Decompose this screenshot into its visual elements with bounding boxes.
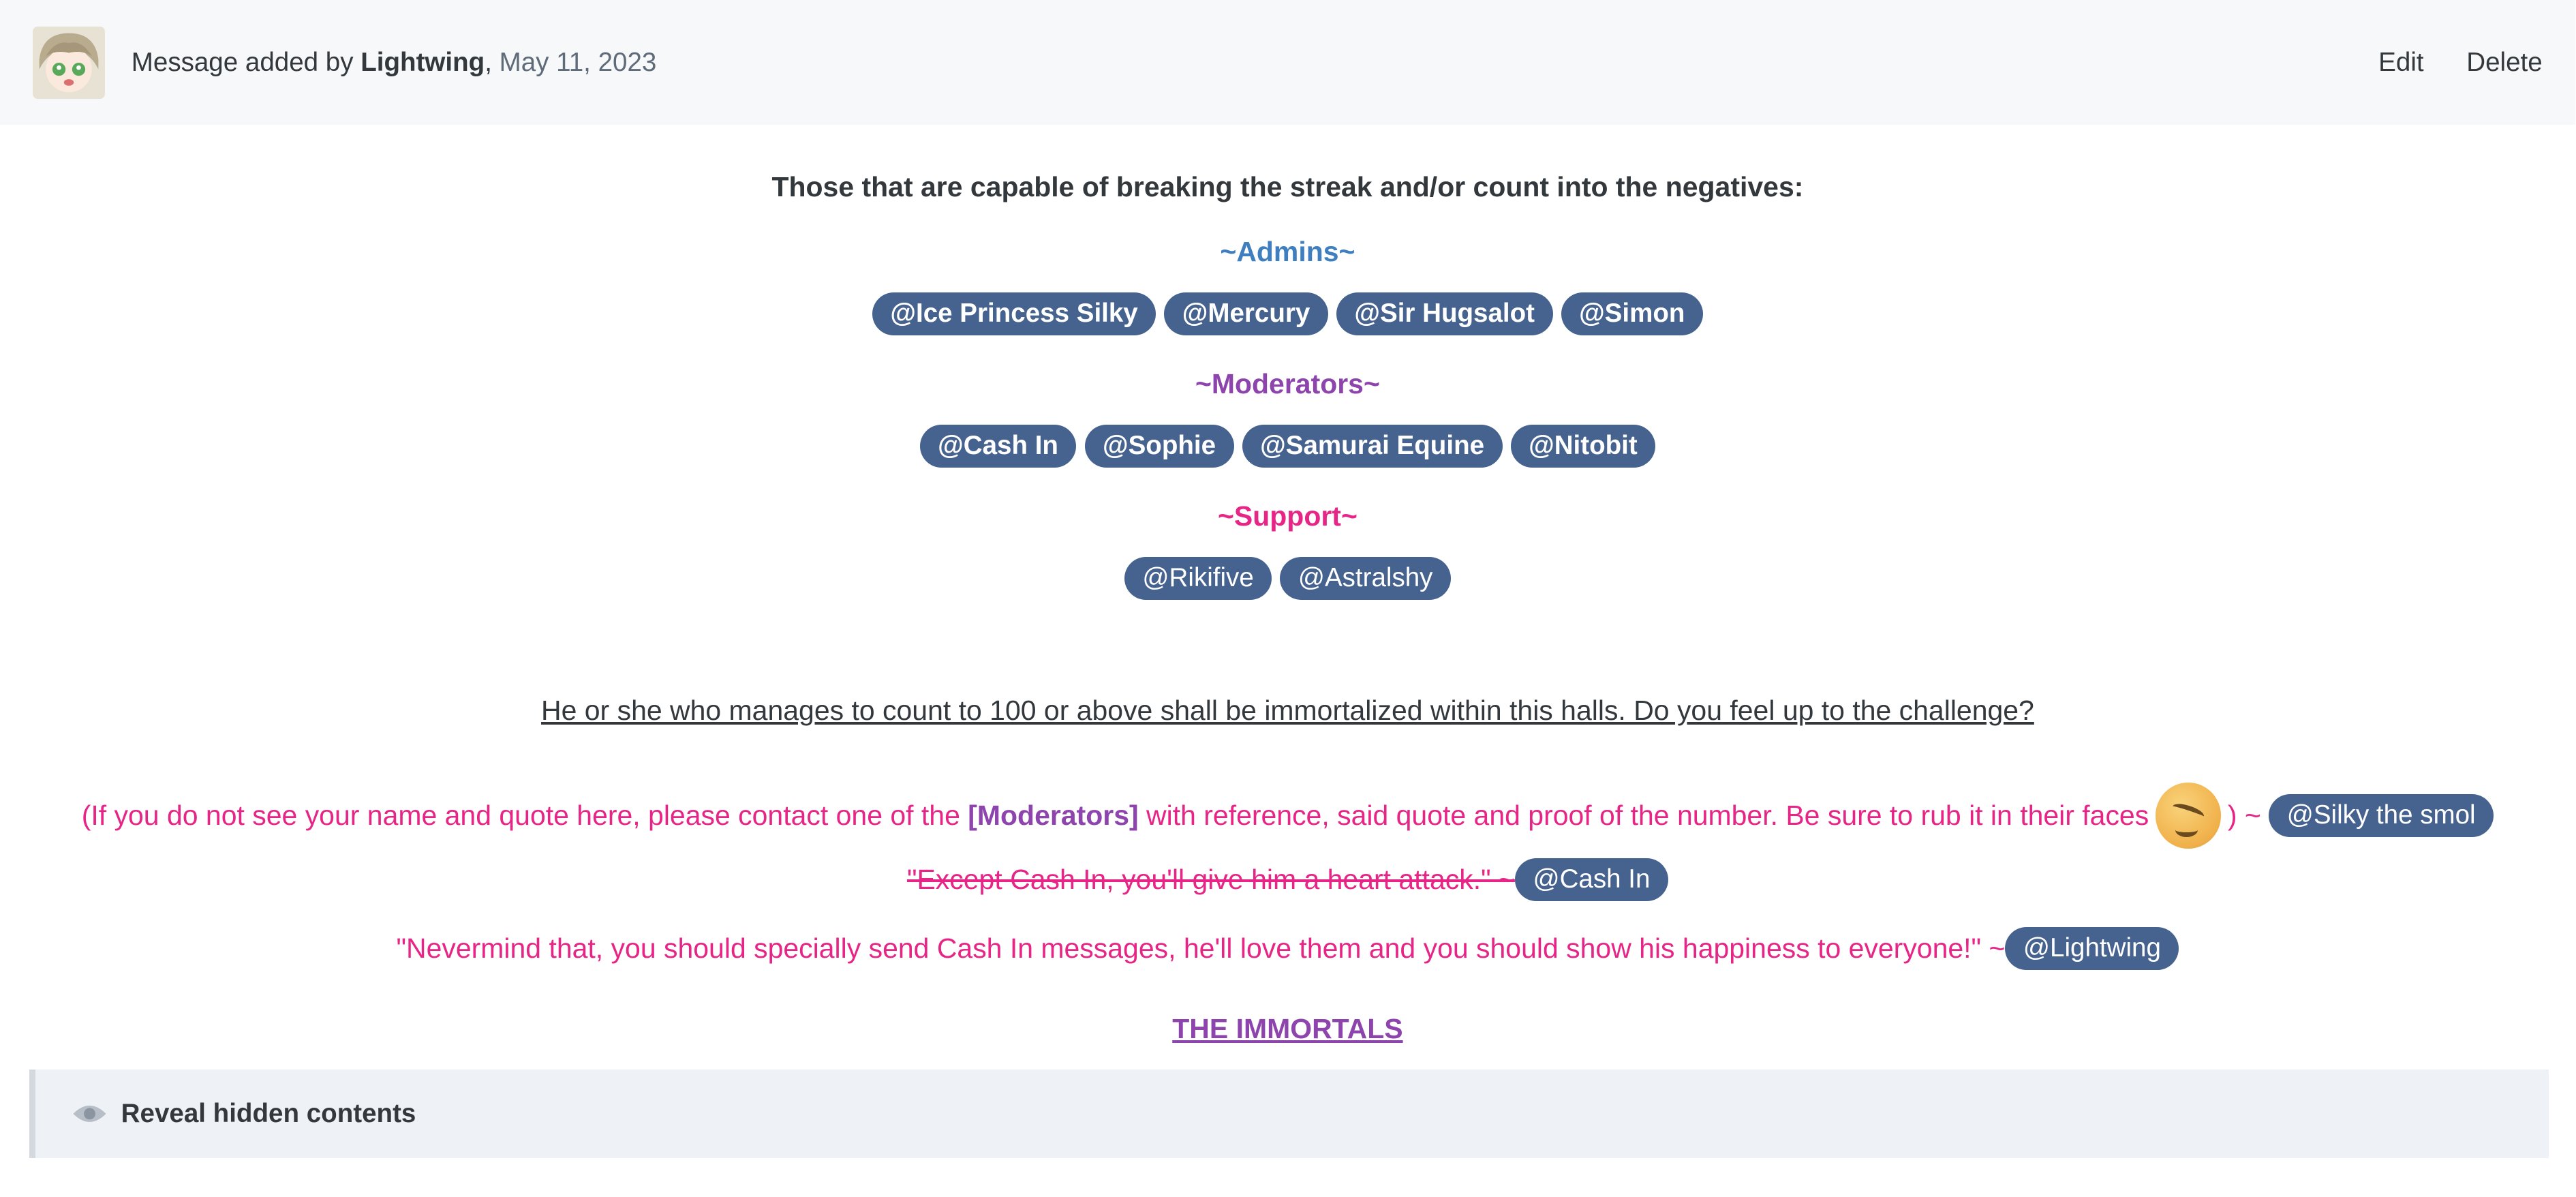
moderators-title: ~Moderators~ xyxy=(1195,367,1380,399)
smirk-emoji-icon xyxy=(2155,783,2222,849)
author-name[interactable]: Lightwing xyxy=(361,48,485,77)
page: Message added by Lightwing, May 11, 2023… xyxy=(0,0,2575,1196)
message-actions: Edit Delete xyxy=(2378,48,2543,78)
mention-admin[interactable]: @Simon xyxy=(1561,292,1703,335)
note-text-start: (If you do not see your name and quote h… xyxy=(81,799,960,831)
eye-icon xyxy=(73,1105,106,1123)
mention-note-author[interactable]: @Silky the smol xyxy=(2269,794,2494,837)
message-meta: Message added by Lightwing, May 11, 2023 xyxy=(132,48,657,78)
moderators-list: @Cash In @Sophie @Samurai Equine @Nitobi… xyxy=(0,424,2575,468)
mention-moderator[interactable]: @Sophie xyxy=(1084,424,1234,468)
quote-1: "Except Cash In, you'll give him a heart… xyxy=(0,858,2575,901)
mention-support[interactable]: @Rikifive xyxy=(1124,556,1272,600)
admins-list: @Ice Princess Silky @Mercury @Sir Hugsal… xyxy=(0,292,2575,335)
mention-moderator[interactable]: @Nitobit xyxy=(1510,424,1656,468)
mention-quote-1[interactable]: @Cash In xyxy=(1514,858,1668,901)
support-title: ~Support~ xyxy=(1218,500,1358,532)
delete-button[interactable]: Delete xyxy=(2466,48,2542,78)
mention-support[interactable]: @Astralshy xyxy=(1280,556,1451,600)
meta-separator: , xyxy=(485,47,500,77)
moderators-reference: [Moderators] xyxy=(968,799,1139,831)
quote-2-text: "Nevermind that, you should specially se… xyxy=(396,933,2006,965)
mention-admin[interactable]: @Ice Princess Silky xyxy=(872,292,1156,335)
challenge-text: He or she who manages to count to 100 or… xyxy=(541,695,2034,727)
mention-moderator[interactable]: @Cash In xyxy=(919,424,1077,468)
message-date: May 11, 2023 xyxy=(499,47,657,77)
reveal-hidden-contents-button[interactable]: Reveal hidden contents xyxy=(29,1069,2549,1159)
reveal-label: Reveal hidden contents xyxy=(121,1098,416,1128)
edit-button[interactable]: Edit xyxy=(2378,48,2423,78)
quote-1-text: "Except Cash In, you'll give him a heart… xyxy=(906,863,1515,895)
support-list: @Rikifive @Astralshy xyxy=(0,556,2575,600)
note-text-end: with reference, said quote and proof of … xyxy=(1146,799,2149,831)
meta-prefix: Message added by xyxy=(131,47,361,77)
mention-moderator[interactable]: @Samurai Equine xyxy=(1242,424,1503,468)
quote-2: "Nevermind that, you should specially se… xyxy=(0,927,2575,970)
avatar[interactable] xyxy=(33,26,106,99)
contact-note: (If you do not see your name and quote h… xyxy=(0,783,2575,849)
mention-quote-2[interactable]: @Lightwing xyxy=(2005,927,2179,970)
content-heading: Those that are capable of breaking the s… xyxy=(771,170,1804,202)
mention-admin[interactable]: @Mercury xyxy=(1164,292,1328,335)
admins-title: ~Admins~ xyxy=(1220,235,1355,267)
message-content: Those that are capable of breaking the s… xyxy=(0,171,2575,1045)
note-close: ) ~ xyxy=(2227,799,2261,831)
immortals-title: THE IMMORTALS xyxy=(1172,1012,1403,1044)
mention-admin[interactable]: @Sir Hugsalot xyxy=(1336,292,1553,335)
message-header: Message added by Lightwing, May 11, 2023… xyxy=(0,0,2575,125)
